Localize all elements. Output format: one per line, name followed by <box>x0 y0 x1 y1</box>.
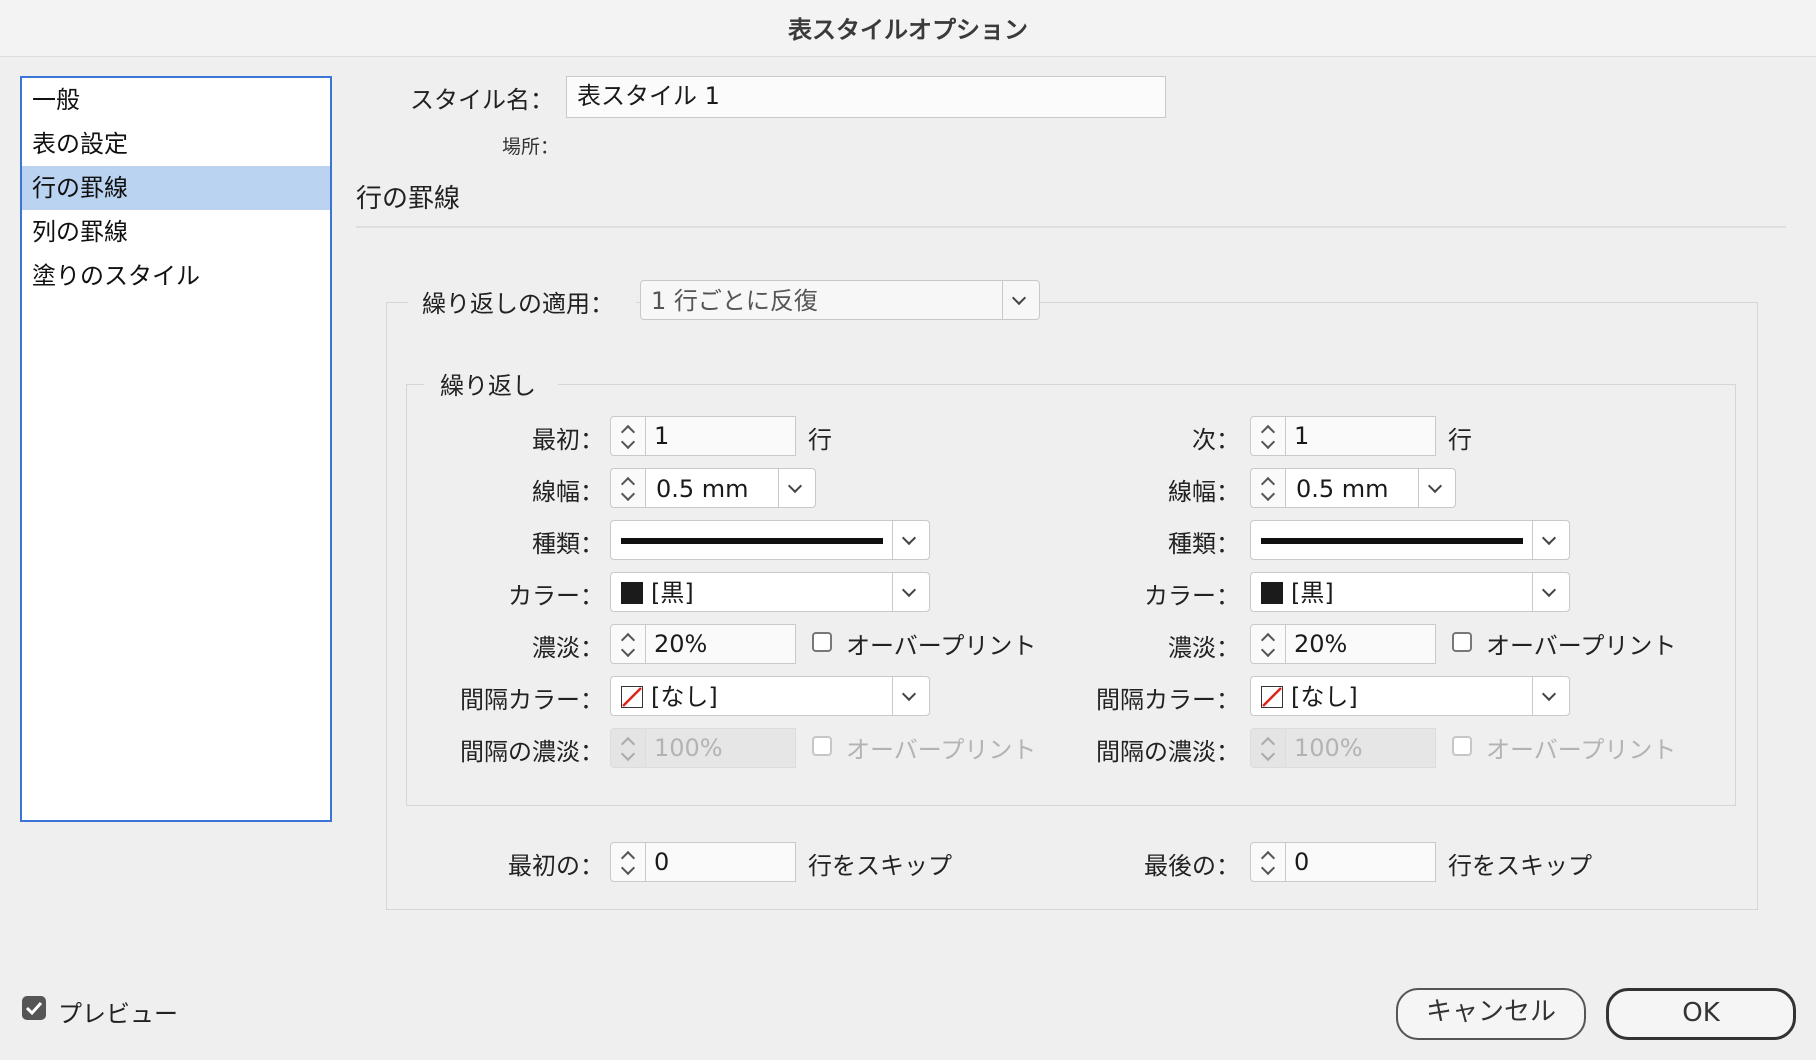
alternating-dropdown[interactable]: 1 行ごとに反復 <box>640 280 1040 320</box>
location-label: 場所： <box>502 136 560 158</box>
chevron-down-icon <box>1418 469 1455 507</box>
tint-label-right: 濃淡： <box>1168 634 1240 662</box>
skip-first-input[interactable]: 0 <box>646 842 796 882</box>
first-input[interactable]: 1 <box>646 416 796 456</box>
type-label-right: 種類： <box>1168 530 1240 558</box>
next-label: 次： <box>1192 426 1240 454</box>
tint-stepper-right[interactable] <box>1250 624 1286 664</box>
gap-overprint-label-right: オーバープリント <box>1486 736 1677 764</box>
weight-value-right: 0.5 mm <box>1296 475 1389 503</box>
tint-input-left[interactable]: 20% <box>646 624 796 664</box>
chevron-down-icon <box>1532 677 1569 715</box>
repeat-group-title: 繰り返し <box>440 372 536 400</box>
overprint-checkbox-left[interactable] <box>812 632 832 652</box>
section-title: 行の罫線 <box>356 184 461 214</box>
chevron-down-icon <box>1532 573 1569 611</box>
weight-stepper-right[interactable] <box>1250 468 1286 508</box>
gap-overprint-label-left: オーバープリント <box>846 736 1037 764</box>
color-dropdown-left[interactable]: [黒] <box>610 572 930 612</box>
gap-overprint-checkbox-right <box>1452 736 1472 756</box>
style-name-input[interactable]: 表スタイル 1 <box>566 76 1166 118</box>
sidebar-item-column-strokes[interactable]: 列の罫線 <box>22 210 330 254</box>
chevron-down-icon <box>1532 521 1569 559</box>
weight-label-right: 線幅： <box>1168 478 1240 506</box>
tint-input-right[interactable]: 20% <box>1286 624 1436 664</box>
first-unit: 行 <box>808 426 832 454</box>
alternating-label: 繰り返しの適用： <box>422 290 614 318</box>
ok-button[interactable]: OK <box>1606 988 1796 1040</box>
gap-color-label-right: 間隔カラー： <box>1096 686 1240 714</box>
preview-label: プレビュー <box>58 1000 178 1028</box>
solid-line-icon <box>1261 538 1523 544</box>
gap-tint-label-right: 間隔の濃淡： <box>1096 738 1240 766</box>
preview-checkbox[interactable] <box>22 996 46 1020</box>
chevron-down-icon <box>892 573 929 611</box>
next-stepper[interactable] <box>1250 416 1286 456</box>
chevron-down-icon <box>892 677 929 715</box>
skip-last-label: 最後の： <box>1144 852 1240 880</box>
first-stepper[interactable] <box>610 416 646 456</box>
chevron-down-icon <box>1002 281 1039 319</box>
black-swatch-icon <box>1261 582 1283 604</box>
section-divider <box>356 226 1786 228</box>
gap-color-value-right: [なし] <box>1291 683 1358 711</box>
gap-color-value-left: [なし] <box>651 683 718 711</box>
weight-label-left: 線幅： <box>532 478 604 506</box>
gap-color-dropdown-right[interactable]: [なし] <box>1250 676 1570 716</box>
weight-dropdown-left[interactable]: 0.5 mm <box>646 468 816 508</box>
window-title: 表スタイルオプション <box>788 16 1028 44</box>
solid-line-icon <box>621 538 883 544</box>
overprint-label-right: オーバープリント <box>1486 632 1677 660</box>
overprint-checkbox-right[interactable] <box>1452 632 1472 652</box>
weight-value-left: 0.5 mm <box>656 475 749 503</box>
none-swatch-icon <box>1261 686 1283 708</box>
none-swatch-icon <box>621 686 643 708</box>
stroke-type-dropdown-left[interactable] <box>610 520 930 560</box>
color-dropdown-right[interactable]: [黒] <box>1250 572 1570 612</box>
type-label-left: 種類： <box>532 530 604 558</box>
next-unit: 行 <box>1448 426 1472 454</box>
sidebar-item-row-strokes[interactable]: 行の罫線 <box>22 166 330 210</box>
gap-tint-input-right: 100% <box>1286 728 1436 768</box>
skip-first-stepper[interactable] <box>610 842 646 882</box>
gap-tint-stepper-right <box>1250 728 1286 768</box>
color-label-left: カラー： <box>508 582 604 610</box>
category-list[interactable]: 一般 表の設定 行の罫線 列の罫線 塗りのスタイル <box>20 76 332 822</box>
skip-last-input[interactable]: 0 <box>1286 842 1436 882</box>
first-label: 最初： <box>532 426 604 454</box>
gap-tint-label-left: 間隔の濃淡： <box>460 738 604 766</box>
gap-color-label-left: 間隔カラー： <box>460 686 604 714</box>
skip-last-unit: 行をスキップ <box>1448 852 1592 880</box>
gap-overprint-checkbox-left <box>812 736 832 756</box>
skip-last-stepper[interactable] <box>1250 842 1286 882</box>
alternating-value: 1 行ごとに反復 <box>651 287 818 315</box>
tint-label-left: 濃淡： <box>532 634 604 662</box>
chevron-down-icon <box>778 469 815 507</box>
cancel-button[interactable]: キャンセル <box>1396 988 1586 1040</box>
stroke-type-dropdown-right[interactable] <box>1250 520 1570 560</box>
overprint-label-left: オーバープリント <box>846 632 1037 660</box>
sidebar-item-general[interactable]: 一般 <box>22 78 330 122</box>
chevron-down-icon <box>892 521 929 559</box>
sidebar-item-fills[interactable]: 塗りのスタイル <box>22 254 330 298</box>
weight-stepper-left[interactable] <box>610 468 646 508</box>
gap-tint-stepper-left <box>610 728 646 768</box>
black-swatch-icon <box>621 582 643 604</box>
skip-first-label: 最初の： <box>508 852 604 880</box>
tint-stepper-left[interactable] <box>610 624 646 664</box>
next-input[interactable]: 1 <box>1286 416 1436 456</box>
sidebar-item-table-setup[interactable]: 表の設定 <box>22 122 330 166</box>
weight-dropdown-right[interactable]: 0.5 mm <box>1286 468 1456 508</box>
checkmark-icon <box>25 1001 43 1016</box>
skip-first-unit: 行をスキップ <box>808 852 952 880</box>
gap-tint-input-left: 100% <box>646 728 796 768</box>
color-value-right: [黒] <box>1291 579 1334 607</box>
style-name-label: スタイル名： <box>410 86 554 114</box>
color-value-left: [黒] <box>651 579 694 607</box>
color-label-right: カラー： <box>1144 582 1240 610</box>
gap-color-dropdown-left[interactable]: [なし] <box>610 676 930 716</box>
